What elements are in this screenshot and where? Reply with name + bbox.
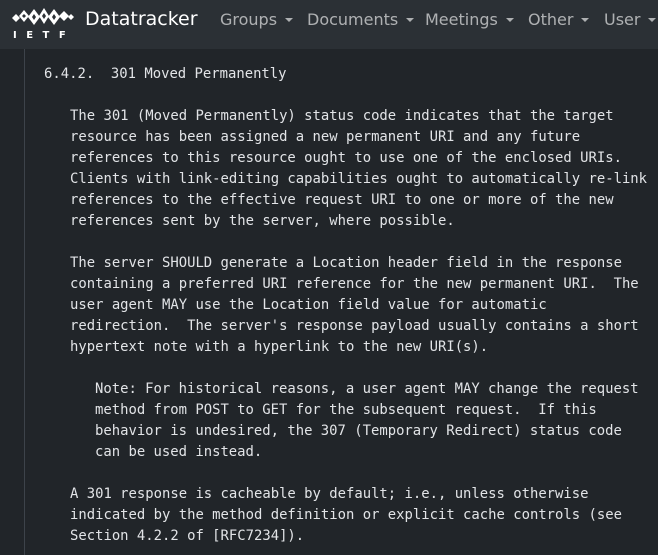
note-paragraph: Note: For historical reasons, a user age…	[95, 381, 639, 460]
document-content: 6.4.2. 301 Moved Permanently The 301 (Mo…	[0, 49, 658, 555]
ietf-logo-icon	[12, 8, 74, 25]
nav-groups-label: Groups	[220, 10, 278, 29]
chevron-down-icon	[581, 18, 590, 22]
nav-other[interactable]: Other	[528, 10, 590, 29]
chevron-down-icon	[406, 18, 415, 22]
nav-groups[interactable]: Groups	[220, 10, 294, 29]
chevron-down-icon	[285, 18, 294, 22]
chevron-down-icon	[648, 18, 657, 22]
nav-documents-label: Documents	[307, 10, 399, 29]
paragraph-2: The server SHOULD generate a Location he…	[70, 255, 639, 355]
navbar: IETF Datatracker Groups Documents Meetin…	[0, 0, 658, 49]
nav-meetings-label: Meetings	[425, 10, 498, 29]
nav-meetings[interactable]: Meetings	[425, 10, 514, 29]
nav-user-label: User	[604, 10, 641, 29]
nav-documents[interactable]: Documents	[307, 10, 415, 29]
paragraph-1: The 301 (Moved Permanently) status code …	[70, 108, 648, 229]
left-border-divider	[24, 49, 25, 555]
ietf-logo-text: IETF	[13, 30, 76, 41]
nav-other-label: Other	[528, 10, 574, 29]
paragraph-3: A 301 response is cacheable by default; …	[70, 486, 622, 544]
section-heading[interactable]: 6.4.2. 301 Moved Permanently	[44, 64, 287, 85]
chevron-down-icon	[505, 18, 514, 22]
nav-user[interactable]: User	[604, 10, 657, 29]
ietf-logo[interactable]: IETF	[10, 5, 74, 43]
brand-title[interactable]: Datatracker	[85, 8, 198, 30]
